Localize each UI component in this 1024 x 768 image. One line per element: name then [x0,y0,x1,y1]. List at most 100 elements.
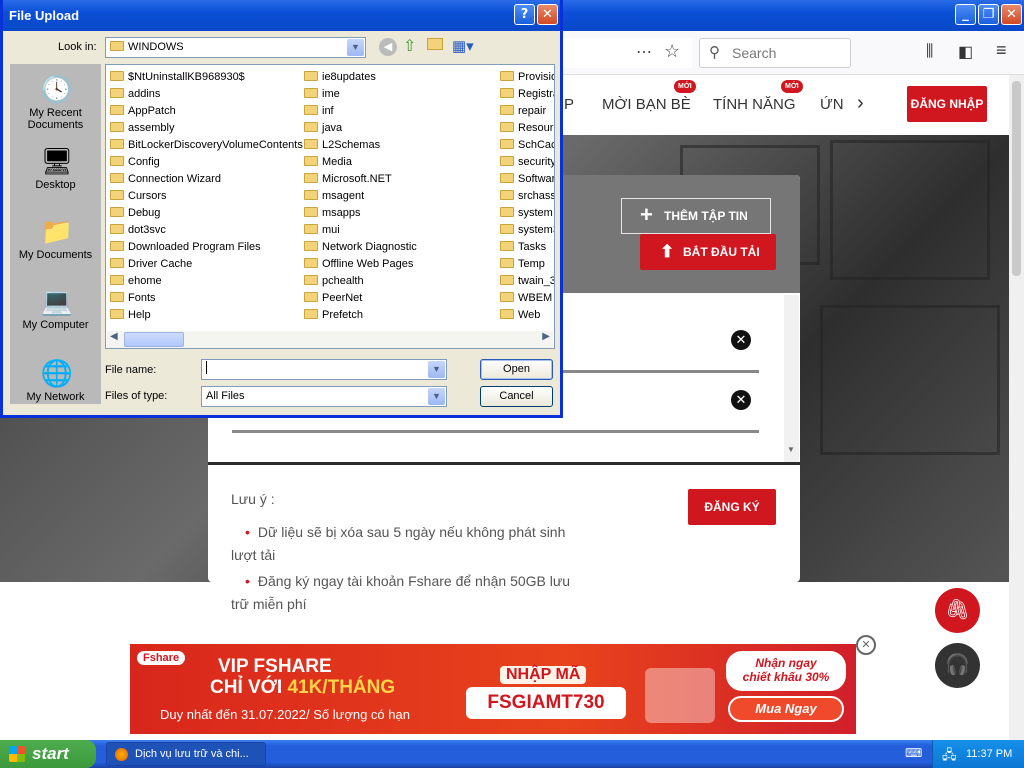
menu-icon[interactable]: ≡ [996,40,1007,61]
url-bar[interactable]: ⋯ ☆ [560,38,692,68]
nav-item-apps[interactable]: ỨN [820,96,844,113]
file-list-item[interactable]: mui [304,222,494,239]
file-list-item[interactable]: Offline Web Pages [304,256,494,273]
file-list-item[interactable]: SchCacl [500,137,554,154]
chevron-right-icon[interactable]: › [857,92,864,115]
file-list-item[interactable]: PeerNet [304,290,494,307]
nav-item-features[interactable]: TÍNH NĂNG [713,96,796,113]
file-list-item[interactable]: BitLockerDiscoveryVolumeContents [110,137,303,154]
file-list-item[interactable]: dot3svc [110,222,300,239]
file-list-item[interactable]: pchealth [304,273,494,290]
maximize-button[interactable]: ❐ [978,4,999,25]
file-list-item[interactable]: addins [110,86,300,103]
file-list-item[interactable]: system3 [500,222,554,239]
file-list-item[interactable]: Softwar [500,171,554,188]
ad-close-icon[interactable]: ✕ [856,635,876,655]
library-icon[interactable]: ⫼ [926,43,933,61]
view-menu-icon[interactable]: ▦▾ [452,37,474,55]
up-folder-icon[interactable]: ⇧ [403,36,416,56]
keyboard-icon[interactable]: ⌨ [905,746,922,760]
file-list-item[interactable]: twain_3 [500,273,554,290]
look-in-select[interactable]: WINDOWS ▼ [105,37,366,58]
network-tray-icon[interactable]: 🖧 [942,741,957,768]
file-list-item[interactable]: $NtUninstallKB968930$ [110,69,300,86]
file-list-item[interactable]: ehome [110,273,300,290]
file-list-item[interactable]: Temp [500,256,554,273]
attach-icon[interactable]: 🖇 [935,588,980,633]
file-list-item[interactable]: system [500,205,554,222]
cancel-button[interactable]: Cancel [480,386,553,407]
search-input[interactable]: ⚲ Search [699,38,851,68]
open-button[interactable]: Open [480,359,553,380]
file-list-item[interactable]: srchass [500,188,554,205]
file-list-item[interactable]: WBEM [500,290,554,307]
file-list-item[interactable]: assembly [110,120,300,137]
place-my-computer[interactable]: 💻 My Computer [10,286,101,331]
start-button[interactable]: start [0,740,96,768]
nav-item-partial[interactable]: P [564,96,574,113]
file-list-item[interactable]: msapps [304,205,494,222]
file-type-select[interactable]: All Files ▼ [201,386,447,407]
file-list-scrollbar[interactable]: ▼ [784,295,799,463]
add-file-button[interactable]: + THÊM TẬP TIN [621,198,771,234]
taskbar-firefox-item[interactable]: Dịch vụ lưu trữ và chi... [106,742,266,766]
file-list-item[interactable]: Resourc [500,120,554,137]
dialog-close-button[interactable]: ✕ [537,4,558,25]
file-list-hscrollbar[interactable]: ◀ ▶ [107,331,553,348]
help-button[interactable]: ? [514,4,535,25]
file-list-item[interactable]: security [500,154,554,171]
file-list-item[interactable]: inf [304,103,494,120]
browser-close-button[interactable]: ✕ [1001,4,1022,25]
file-list-item[interactable]: Web [500,307,554,324]
file-list-item[interactable]: Downloaded Program Files [110,239,300,256]
file-list-item[interactable]: Cursors [110,188,300,205]
chevron-down-icon[interactable]: ▼ [347,39,364,56]
chevron-down-icon[interactable]: ▼ [428,361,445,378]
file-list-item[interactable]: ie8updates [304,69,494,86]
file-list-item[interactable]: Media [304,154,494,171]
file-list-item[interactable]: AppPatch [110,103,300,120]
file-list-item[interactable]: java [304,120,494,137]
place-recent-documents[interactable]: 🕓 My Recent Documents [10,74,101,131]
remove-file-icon[interactable]: ✕ [731,330,751,350]
file-list-item[interactable]: L2Schemas [304,137,494,154]
file-list-item[interactable]: Help [110,307,300,324]
new-folder-icon[interactable] [427,38,443,50]
page-scrollbar[interactable] [1009,75,1024,740]
bookmark-star-icon[interactable]: ☆ [664,41,680,62]
place-my-documents[interactable]: 📁 My Documents [10,216,101,261]
back-icon[interactable]: ◀ [379,38,397,56]
login-button[interactable]: ĐĂNG NHẬP [907,86,987,122]
file-list-item[interactable]: Prefetch [304,307,494,324]
file-list-item[interactable]: repair [500,103,554,120]
place-my-network[interactable]: 🌐 My Network [10,358,101,403]
file-list-item[interactable]: msagent [304,188,494,205]
start-upload-button[interactable]: ⬆ BẮT ĐẦU TẢI [640,234,776,270]
sidebar-icon[interactable]: ◧ [958,42,973,62]
file-list-item[interactable]: ime [304,86,494,103]
minimize-button[interactable]: _ [955,4,976,25]
ad-banner[interactable]: Fshare VIP FSHARE CHỈ VỚI 41K/THÁNG Duy … [130,644,856,734]
scrollbar-thumb[interactable] [124,332,184,347]
file-list-item[interactable]: Debug [110,205,300,222]
file-list-item[interactable]: Network Diagnostic [304,239,494,256]
file-list-item[interactable]: Driver Cache [110,256,300,273]
file-list-item[interactable]: Fonts [110,290,300,307]
place-desktop[interactable]: 🖥 Desktop [10,146,101,191]
nav-item-invite-friends[interactable]: MỜI BẠN BÈ [602,96,691,113]
file-name-input[interactable]: ▼ [201,359,447,380]
remove-file-icon[interactable]: ✕ [731,390,751,410]
file-list-item[interactable]: Tasks [500,239,554,256]
file-list[interactable]: $NtUninstallKB968930$ addins AppPatch assem… [105,64,555,349]
scrollbar-thumb[interactable] [1012,81,1021,276]
ad-buy-button[interactable]: Mua Ngay [728,696,844,722]
file-list-item[interactable]: Provisio [500,69,554,86]
file-list-item[interactable]: Config [110,154,300,171]
support-headset-icon[interactable]: 🎧 [935,643,980,688]
register-button[interactable]: ĐĂNG KÝ [688,489,776,525]
file-list-item[interactable]: Registra [500,86,554,103]
page-actions-icon[interactable]: ⋯ [636,42,652,62]
file-list-item[interactable]: Connection Wizard [110,171,300,188]
chevron-down-icon[interactable]: ▼ [428,388,445,405]
file-list-item[interactable]: Microsoft.NET [304,171,494,188]
